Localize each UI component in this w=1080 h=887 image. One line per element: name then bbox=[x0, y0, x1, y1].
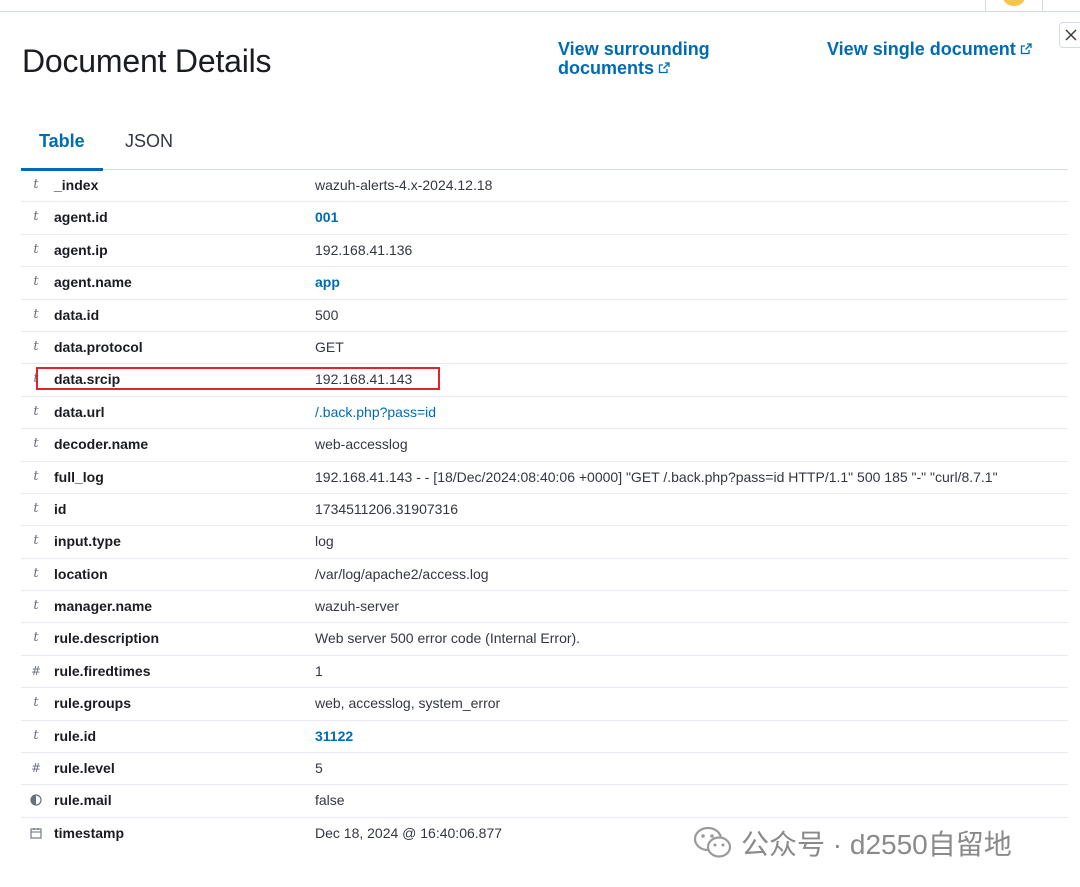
table-row: t location/var/log/apache2/access.log bbox=[21, 559, 1068, 592]
field-name: location bbox=[54, 565, 108, 582]
field-value: web, accesslog, system_error bbox=[315, 695, 501, 712]
field-name: full_log bbox=[54, 468, 104, 485]
notification-dot-icon bbox=[1003, 0, 1025, 6]
field-name: rule.level bbox=[54, 760, 115, 777]
string-type-icon: t bbox=[33, 241, 39, 257]
field-name: data.url bbox=[54, 403, 105, 420]
field-name: id bbox=[54, 500, 67, 517]
field-value: wazuh-server bbox=[315, 598, 400, 615]
table-row: t data.id 500 bbox=[21, 300, 1068, 332]
watermark: 公众号 · d2550自留地 bbox=[693, 823, 1012, 863]
table-row: t manager.name wazuh-server bbox=[21, 591, 1068, 624]
field-value-link[interactable]: app bbox=[315, 274, 340, 290]
table-row: t input.type log bbox=[21, 526, 1068, 559]
string-type-icon: t bbox=[33, 306, 39, 322]
table-row: t _index wazuh-alerts-4.x-2024.12.18 bbox=[21, 170, 1068, 203]
table-row: t data.protocol GET bbox=[21, 332, 1068, 365]
field-value: Dec 18, 2024 @ 16:40:06.877 bbox=[315, 824, 503, 841]
field-value: 192.168.41.143 - - [18/Dec/2024:08:40:06… bbox=[315, 468, 998, 485]
string-type-icon: t bbox=[33, 436, 39, 452]
field-value-link[interactable]: /.back.php?pass=id bbox=[315, 404, 436, 420]
string-type-icon: t bbox=[33, 695, 39, 711]
field-name: data.protocol bbox=[54, 338, 143, 355]
table-row: t rule.groups web, accesslog, system_error bbox=[21, 688, 1068, 721]
string-type-icon: t bbox=[33, 533, 39, 549]
external-link-icon bbox=[658, 62, 670, 74]
field-value: wazuh-alerts-4.x-2024.12.18 bbox=[315, 177, 493, 193]
table-row: t agent.id 001 bbox=[21, 202, 1068, 235]
string-type-icon: t bbox=[33, 338, 39, 354]
view-surrounding-documents-link[interactable]: View surrounding documents bbox=[558, 40, 738, 78]
tab-bar: Table JSON bbox=[21, 121, 1068, 171]
field-value: 500 bbox=[315, 306, 339, 323]
string-type-icon: t bbox=[33, 468, 39, 484]
table-row: t decoder.name web-accesslog bbox=[21, 429, 1068, 462]
view-surrounding-label: View surrounding documents bbox=[558, 39, 710, 78]
field-value: false bbox=[315, 792, 345, 809]
external-link-icon bbox=[1020, 43, 1032, 55]
top-divider bbox=[0, 11, 1080, 12]
string-type-icon: t bbox=[33, 727, 39, 743]
field-name: rule.mail bbox=[54, 792, 112, 809]
table-row: t agent.ip 192.168.41.136 bbox=[21, 235, 1068, 268]
field-value: 1734511206.31907316 bbox=[315, 500, 459, 517]
string-type-icon: t bbox=[33, 565, 39, 581]
view-single-document-link[interactable]: View single document bbox=[827, 40, 1032, 59]
table-row: t data.url /.back.php?pass=id bbox=[21, 397, 1068, 430]
string-type-icon: t bbox=[33, 209, 39, 225]
table-row: t agent.name app bbox=[21, 267, 1068, 300]
field-name: rule.description bbox=[54, 630, 160, 647]
field-value: GET bbox=[315, 338, 344, 355]
watermark-text: 公众号 · d2550自留地 bbox=[741, 829, 1012, 860]
field-value: 192.168.41.136 bbox=[315, 241, 413, 258]
calendar-icon bbox=[29, 824, 43, 842]
table-row: t full_log 192.168.41.143 - - [18/Dec/2024… bbox=[21, 462, 1068, 494]
field-value-link[interactable]: 31122 bbox=[315, 728, 353, 744]
field-value: log bbox=[315, 533, 334, 550]
table-row: # rule.firedtimes 1 bbox=[21, 656, 1068, 689]
field-name: agent.id bbox=[54, 209, 108, 226]
wechat-icon bbox=[693, 826, 732, 858]
field-name: input.type bbox=[54, 533, 121, 550]
field-name: agent.name bbox=[54, 274, 132, 291]
field-name: data.id bbox=[54, 306, 100, 323]
string-type-icon: t bbox=[33, 598, 39, 614]
string-type-icon: t bbox=[33, 274, 39, 290]
field-name: rule.groups bbox=[54, 695, 132, 712]
string-type-icon: t bbox=[33, 177, 39, 192]
tab-json[interactable]: JSON bbox=[107, 121, 191, 168]
field-name: _index bbox=[54, 177, 99, 193]
field-name: rule.firedtimes bbox=[54, 662, 151, 679]
table-row: # rule.level 5 bbox=[21, 753, 1068, 786]
string-type-icon: t bbox=[33, 500, 39, 516]
boolean-type-icon bbox=[29, 791, 43, 809]
field-value: Web server 500 error code (Internal Erro… bbox=[315, 630, 581, 647]
close-button[interactable] bbox=[1059, 22, 1080, 48]
field-name: manager.name bbox=[54, 598, 153, 615]
field-value-link[interactable]: 001 bbox=[315, 209, 338, 225]
field-value: 1 bbox=[315, 662, 323, 679]
field-name: timestamp bbox=[54, 824, 125, 841]
highlight-box bbox=[36, 367, 440, 390]
number-type-icon: # bbox=[30, 663, 42, 678]
page-title: Document Details bbox=[22, 43, 272, 79]
table-row: rule.mail false bbox=[21, 785, 1068, 818]
close-icon bbox=[1065, 29, 1077, 41]
field-value: web-accesslog bbox=[315, 436, 408, 453]
table-row: t rule.description Web server 500 error co… bbox=[21, 623, 1068, 656]
string-type-icon: t bbox=[33, 403, 39, 419]
top-corner-tab[interactable] bbox=[985, 0, 1043, 11]
field-name: decoder.name bbox=[54, 436, 149, 453]
field-name: agent.ip bbox=[54, 241, 108, 258]
table-row: t rule.id 31122 bbox=[21, 721, 1068, 754]
view-single-label: View single document bbox=[827, 39, 1016, 59]
field-name: rule.id bbox=[54, 727, 97, 744]
document-fields-table: t _index wazuh-alerts-4.x-2024.12.18 t agent… bbox=[21, 170, 1068, 849]
string-type-icon: t bbox=[33, 630, 39, 646]
number-type-icon: # bbox=[30, 761, 42, 776]
field-value: /var/log/apache2/access.log bbox=[315, 565, 489, 582]
table-row: t id 1734511206.31907316 bbox=[21, 494, 1068, 527]
tab-table[interactable]: Table bbox=[21, 121, 103, 171]
field-value: 5 bbox=[315, 760, 323, 777]
